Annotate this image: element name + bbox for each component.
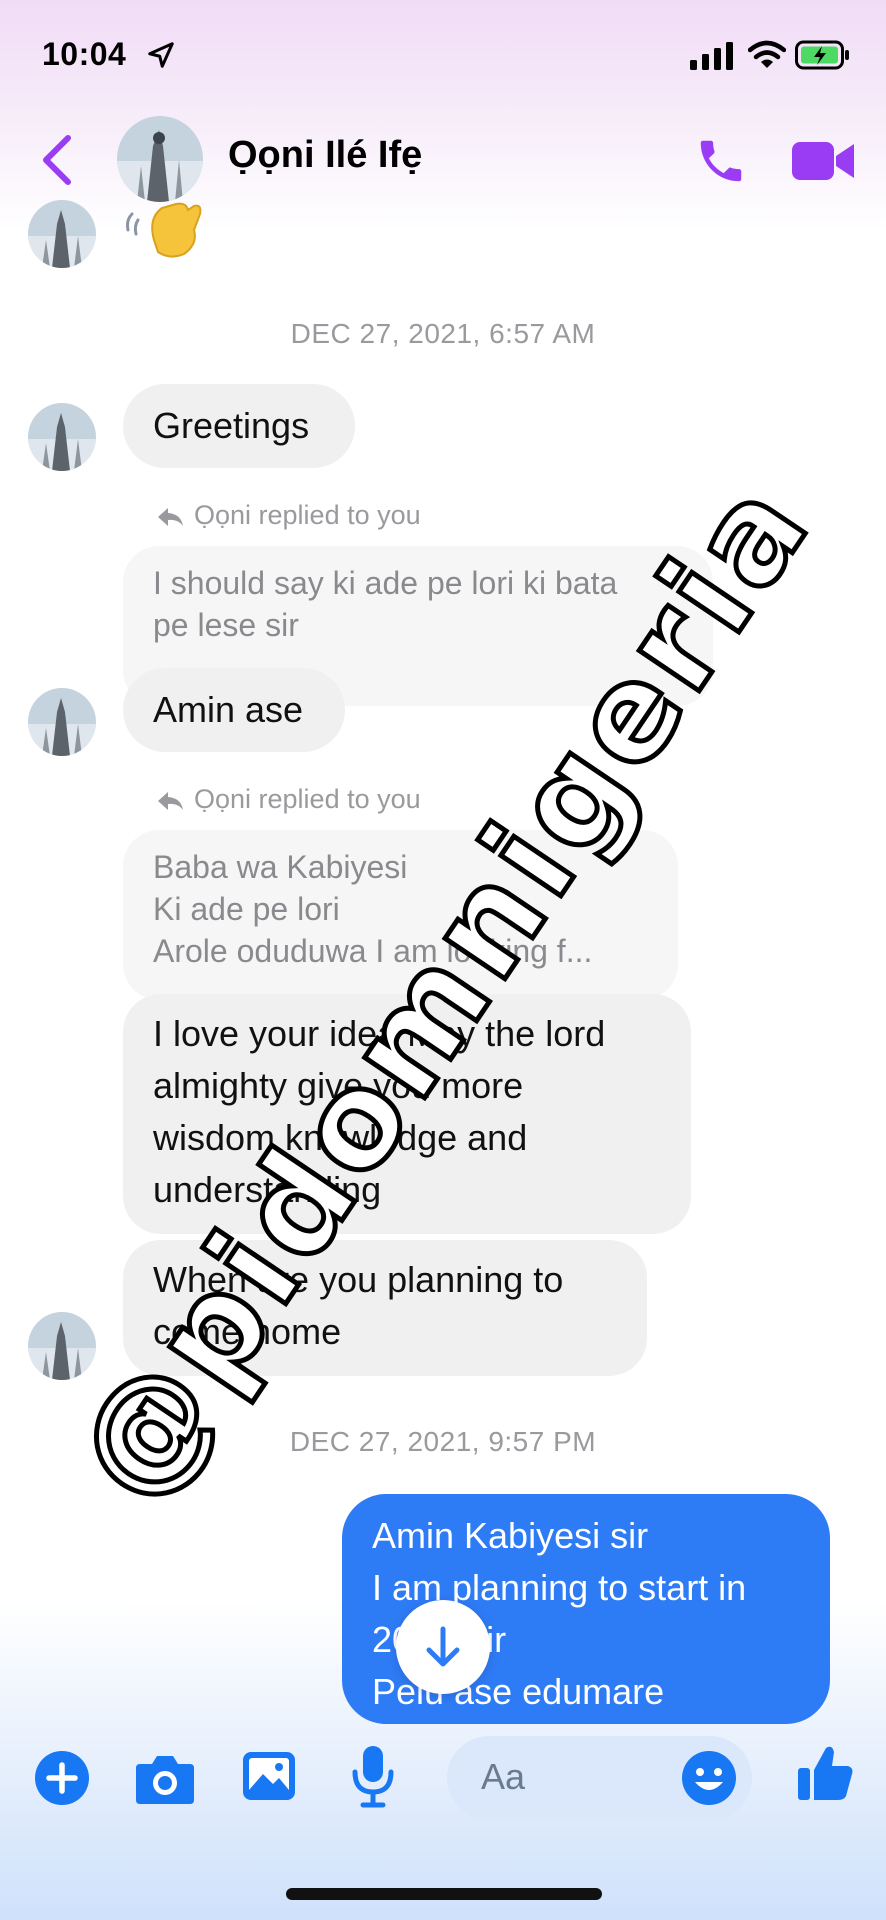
message-line: understanding <box>153 1169 382 1210</box>
emoji-icon[interactable] <box>681 1750 737 1806</box>
message-input[interactable]: Aa <box>447 1736 752 1820</box>
sender-avatar[interactable] <box>28 200 96 268</box>
contact-avatar[interactable] <box>117 116 203 202</box>
message-text: Greetings <box>153 405 310 446</box>
plus-circle-icon[interactable] <box>34 1750 90 1806</box>
reply-arrow-icon <box>158 508 183 526</box>
sender-avatar[interactable] <box>28 688 96 756</box>
sender-avatar[interactable] <box>28 1312 96 1380</box>
avatar-photo-icon <box>117 116 203 202</box>
quote-line: pe lese sir <box>153 607 299 643</box>
home-indicator <box>286 1888 602 1900</box>
message-composer: Aa <box>0 1720 886 1840</box>
status-time: 10:04 <box>42 36 127 72</box>
message-line: Amin Kabiyesi sir <box>372 1515 649 1556</box>
quote-line: Ki ade pe lori <box>153 891 340 927</box>
back-chevron-icon[interactable] <box>38 132 78 188</box>
message-input-placeholder: Aa <box>481 1756 526 1797</box>
camera-icon[interactable] <box>134 1750 196 1806</box>
reply-label: Ọọni replied to you <box>194 500 421 530</box>
message-line: almighty give you more <box>153 1065 524 1106</box>
location-arrow-icon <box>148 42 174 68</box>
wifi-icon <box>748 40 786 68</box>
waving-hand-icon <box>126 202 202 258</box>
battery-charging-icon <box>795 40 849 70</box>
contact-name[interactable]: Ọọni Ilé Ifẹ <box>228 134 422 177</box>
avatar-photo-icon <box>28 688 96 756</box>
quoted-message[interactable]: Baba wa Kabiyesi Ki ade pe lori Arole od… <box>123 830 678 1000</box>
sender-avatar[interactable] <box>28 403 96 471</box>
status-bar: 10:04 <box>0 0 886 110</box>
quote-line: Arole oduduwa I am looking f... <box>153 933 593 969</box>
avatar-photo-icon <box>28 200 96 268</box>
quote-line: Baba wa Kabiyesi <box>153 849 408 885</box>
microphone-icon[interactable] <box>350 1744 396 1808</box>
reply-arrow-icon <box>158 792 183 810</box>
timestamp: DEC 27, 2021, 6:57 AM <box>290 318 596 349</box>
waving-hand-emoji[interactable] <box>124 200 210 260</box>
message-bubble[interactable]: Amin ase <box>123 668 345 752</box>
cellular-signal-icon <box>690 42 733 70</box>
avatar-photo-icon <box>28 403 96 471</box>
message-bubble[interactable]: When are you planning to come home <box>123 1240 647 1376</box>
message-line: come home <box>153 1311 342 1352</box>
arrow-down-icon <box>426 1626 460 1667</box>
message-bubble[interactable]: Greetings <box>123 384 355 468</box>
reply-label: Ọọni replied to you <box>194 784 421 814</box>
thumbs-up-icon[interactable] <box>796 1742 854 1802</box>
message-line: I love your idea May the lord <box>153 1013 606 1054</box>
phone-call-icon[interactable] <box>694 134 748 188</box>
message-line: wisdom knowledge and <box>153 1117 528 1158</box>
video-call-icon[interactable] <box>790 136 856 186</box>
timestamp: DEC 27, 2021, 9:57 PM <box>289 1426 597 1457</box>
message-line: When are you planning to <box>153 1259 564 1300</box>
message-text: Amin ase <box>153 689 304 730</box>
photo-gallery-icon[interactable] <box>241 1750 297 1802</box>
chat-header: Ọọni Ilé Ifẹ <box>0 110 886 210</box>
quote-line: I should say ki ade pe lori ki bata <box>153 565 618 601</box>
scroll-to-bottom-button[interactable] <box>396 1600 490 1694</box>
avatar-photo-icon <box>28 1312 96 1380</box>
message-bubble[interactable]: I love your idea May the lord almighty g… <box>123 994 691 1234</box>
